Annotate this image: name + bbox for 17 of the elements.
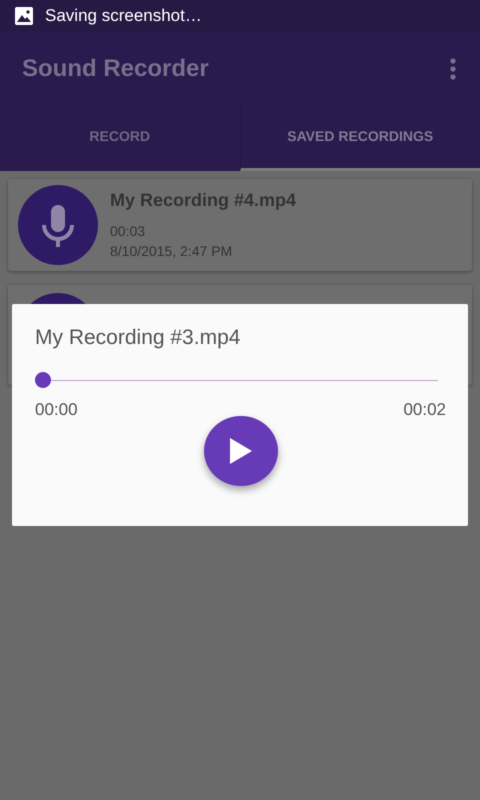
notification-text: Saving screenshot… [45,6,202,26]
play-icon [230,438,252,464]
recording-length: 00:03 [110,222,146,240]
app-title: Sound Recorder [22,54,209,82]
recording-card[interactable]: My Recording #4.mp4 00:03 8/10/2015, 2:47 PM [8,179,472,271]
dialog-title: My Recording #3.mp4 [35,326,242,350]
recording-name: My Recording #4.mp4 [110,190,296,210]
recording-date: 8/10/2015, 2:47 PM [110,242,234,260]
image-icon [15,7,33,25]
overflow-menu-icon [450,58,456,80]
slider-thumb[interactable] [35,372,51,388]
tab[interactable]: SAVED RECORDINGS [240,105,480,171]
total-time: 00:02 [403,400,446,420]
play-button[interactable] [204,416,278,486]
tab[interactable]: RECORD [0,105,240,171]
microphone-avatar-icon [18,185,98,265]
elapsed-time: 00:00 [35,400,78,420]
